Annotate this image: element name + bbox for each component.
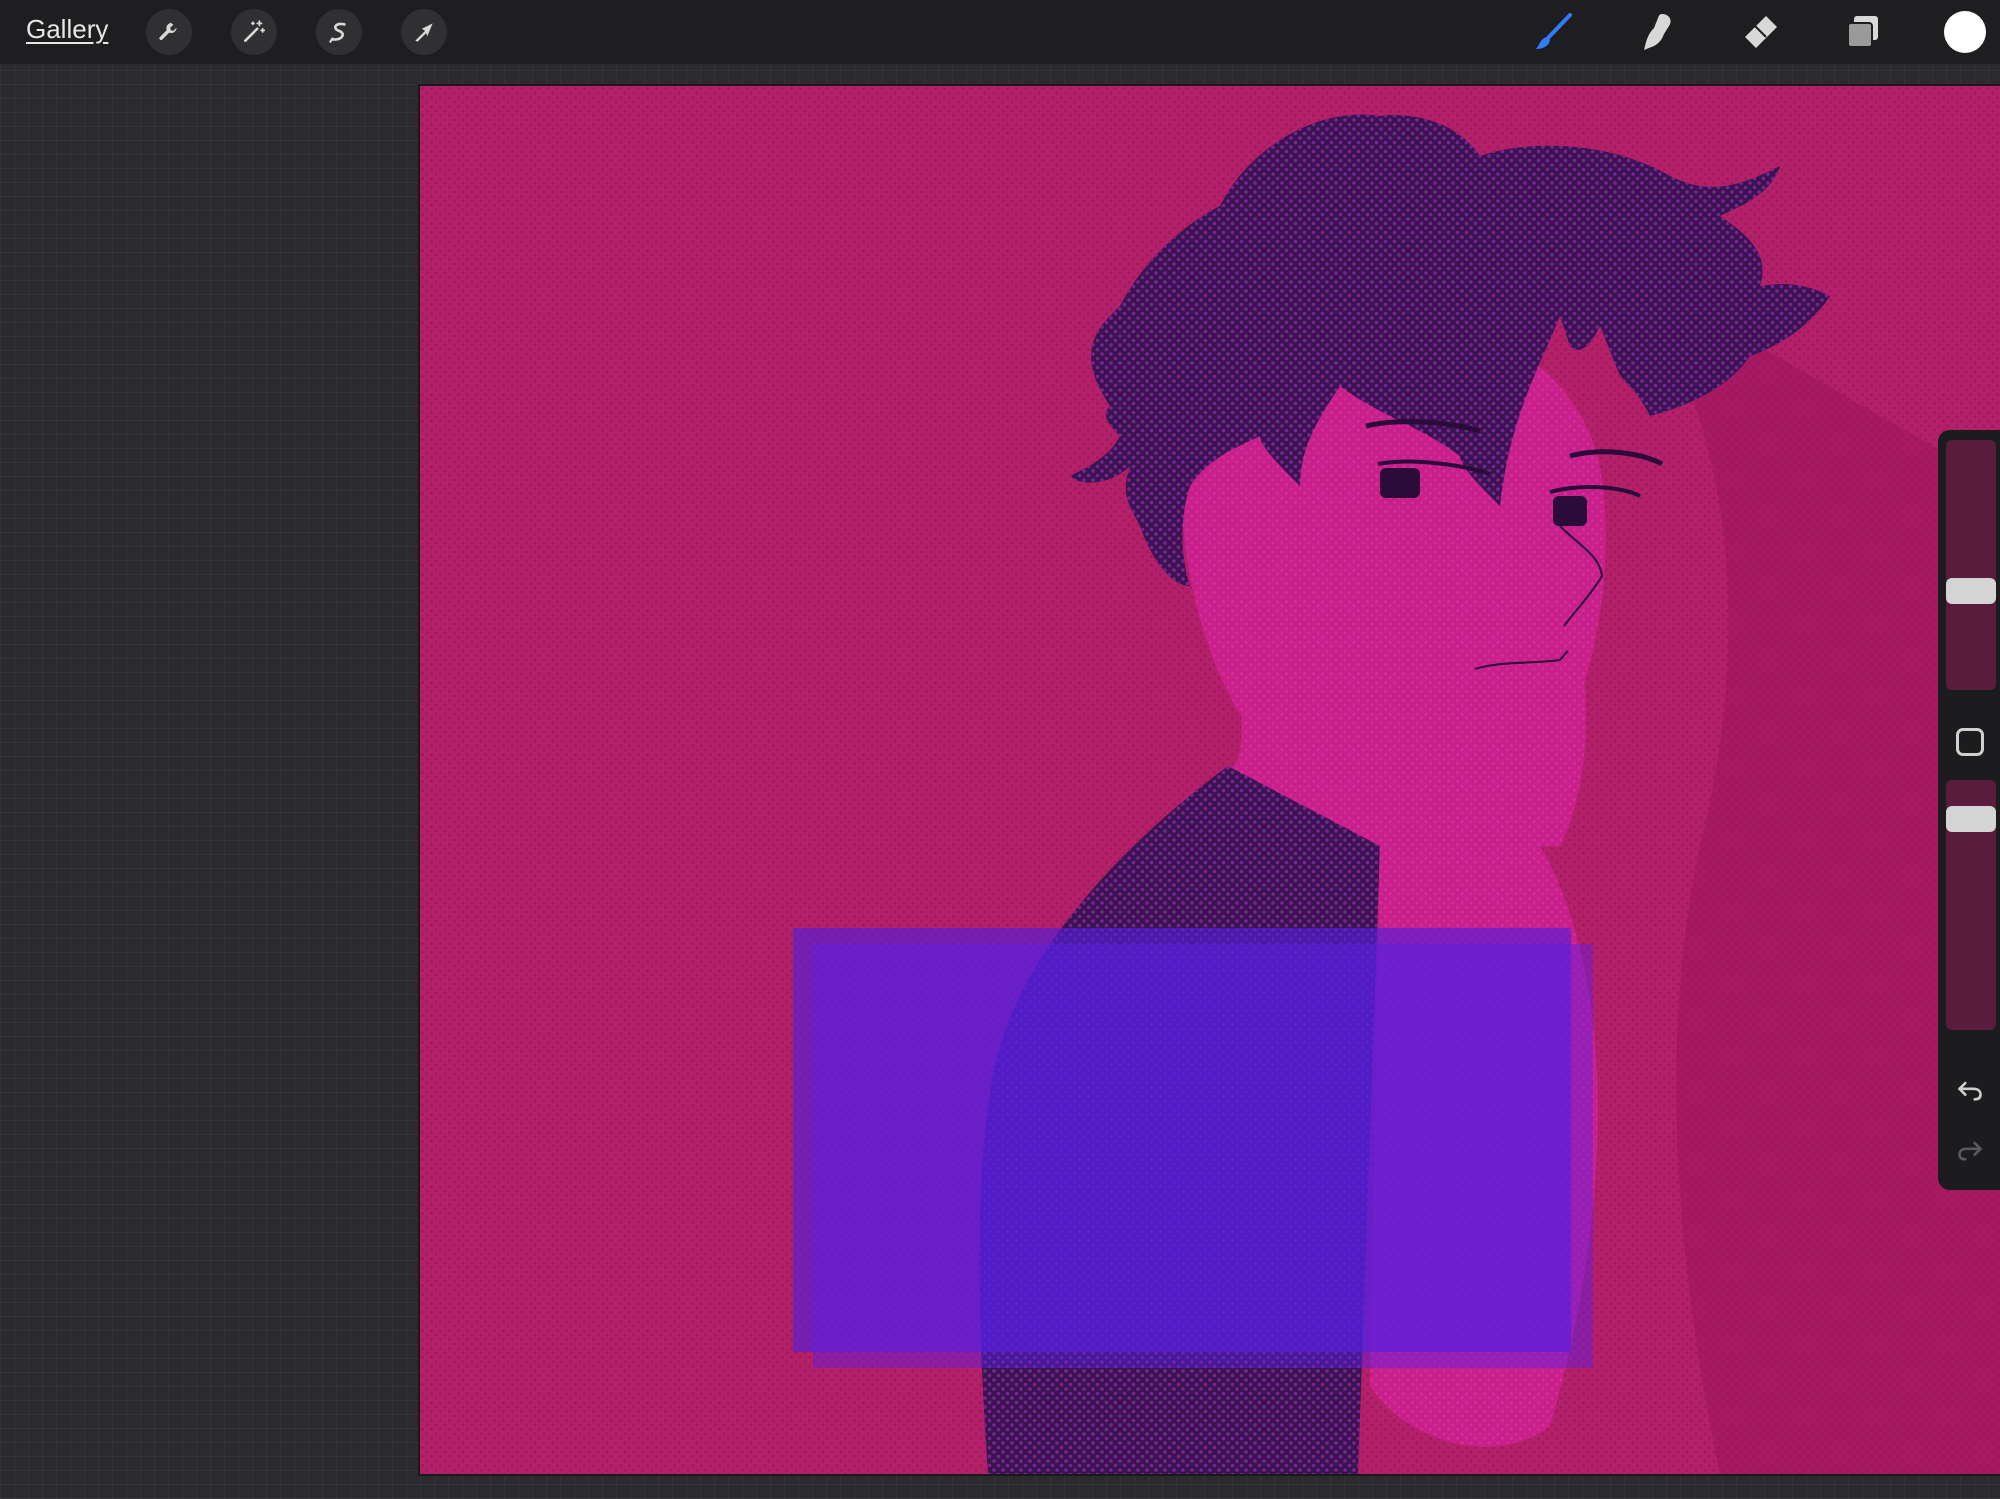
brush-icon[interactable]: [1530, 8, 1578, 56]
brush-size-slider[interactable]: [1946, 440, 1996, 690]
undo-icon[interactable]: [1952, 1072, 1988, 1108]
brush-opacity-slider[interactable]: [1946, 780, 1996, 1030]
arrow-cursor-icon[interactable]: [401, 9, 447, 55]
eraser-icon[interactable]: [1736, 8, 1784, 56]
gallery-button[interactable]: Gallery: [26, 14, 108, 45]
layers-icon[interactable]: [1838, 8, 1886, 56]
square-modify-icon[interactable]: [1956, 728, 1984, 756]
magic-wand-icon[interactable]: [231, 9, 277, 55]
drawing-canvas[interactable]: [418, 84, 2000, 1476]
selection-s-icon[interactable]: [316, 9, 362, 55]
wrench-icon[interactable]: [146, 9, 192, 55]
color-picker-swatch[interactable]: [1944, 11, 1986, 53]
brush-size-thumb[interactable]: [1946, 578, 1996, 604]
top-toolbar: Gallery: [0, 0, 2000, 64]
side-toolbar: [1938, 430, 2000, 1190]
artwork: [420, 86, 2000, 1474]
redo-icon[interactable]: [1952, 1132, 1988, 1168]
overlay-rect-2: [813, 944, 1593, 1368]
smudge-finger-icon[interactable]: [1634, 8, 1682, 56]
right-eye: [1553, 496, 1587, 526]
left-eye: [1380, 468, 1420, 498]
brush-opacity-thumb[interactable]: [1946, 806, 1996, 832]
